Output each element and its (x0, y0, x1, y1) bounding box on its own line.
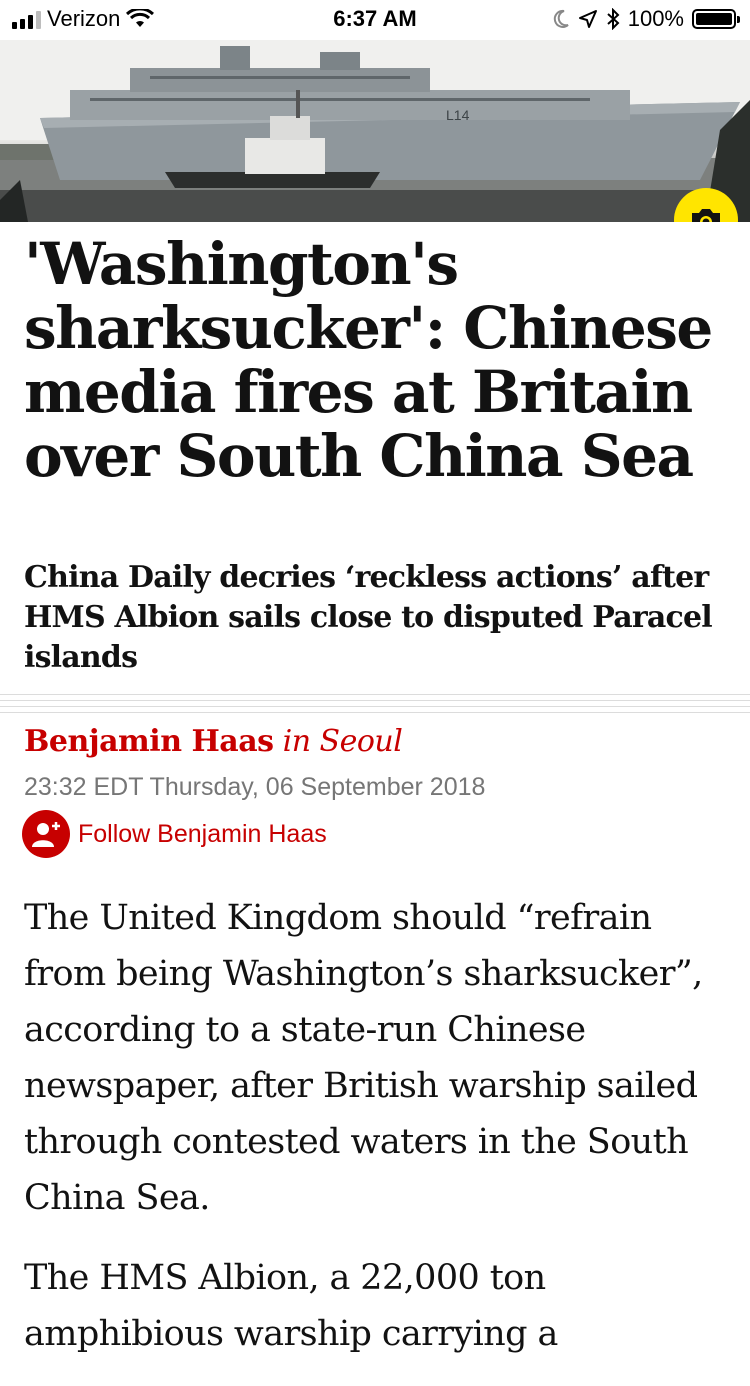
battery-percent: 100% (627, 6, 684, 31)
status-right: 100% (552, 6, 740, 32)
warship-photo: L14 (0, 40, 750, 222)
location-icon (578, 10, 597, 28)
bluetooth-icon (607, 8, 620, 30)
follow-author-button[interactable]: Follow Benjamin Haas (22, 810, 327, 858)
ship-marking: L14 (446, 107, 470, 123)
follow-user-icon (22, 810, 70, 858)
dateline: 23:32 EDT Thursday, 06 September 2018 (24, 773, 486, 801)
status-bar: Verizon 6:37 AM 100% (0, 0, 750, 40)
byline: Benjamin Haas in Seoul (24, 724, 403, 759)
battery-icon (692, 9, 740, 29)
author-location: in Seoul (282, 724, 403, 759)
moon-icon (553, 9, 569, 28)
body-paragraph: The United Kingdom should “refrain from … (24, 898, 703, 1218)
article-body: The United Kingdom should “refrain from … (24, 890, 724, 1386)
camera-icon (692, 209, 720, 222)
follow-label: Follow Benjamin Haas (78, 819, 327, 848)
body-paragraph: The HMS Albion, a 22,000 ton amphibious … (24, 1258, 558, 1354)
section-divider (0, 694, 750, 718)
author-name-link[interactable]: Benjamin Haas (24, 724, 274, 759)
article-headline: 'Washington's sharksucker': Chinese medi… (24, 230, 713, 490)
hero-image[interactable]: L14 (0, 40, 750, 222)
article-standfirst: China Daily decries ‘reckless actions’ a… (24, 560, 713, 675)
